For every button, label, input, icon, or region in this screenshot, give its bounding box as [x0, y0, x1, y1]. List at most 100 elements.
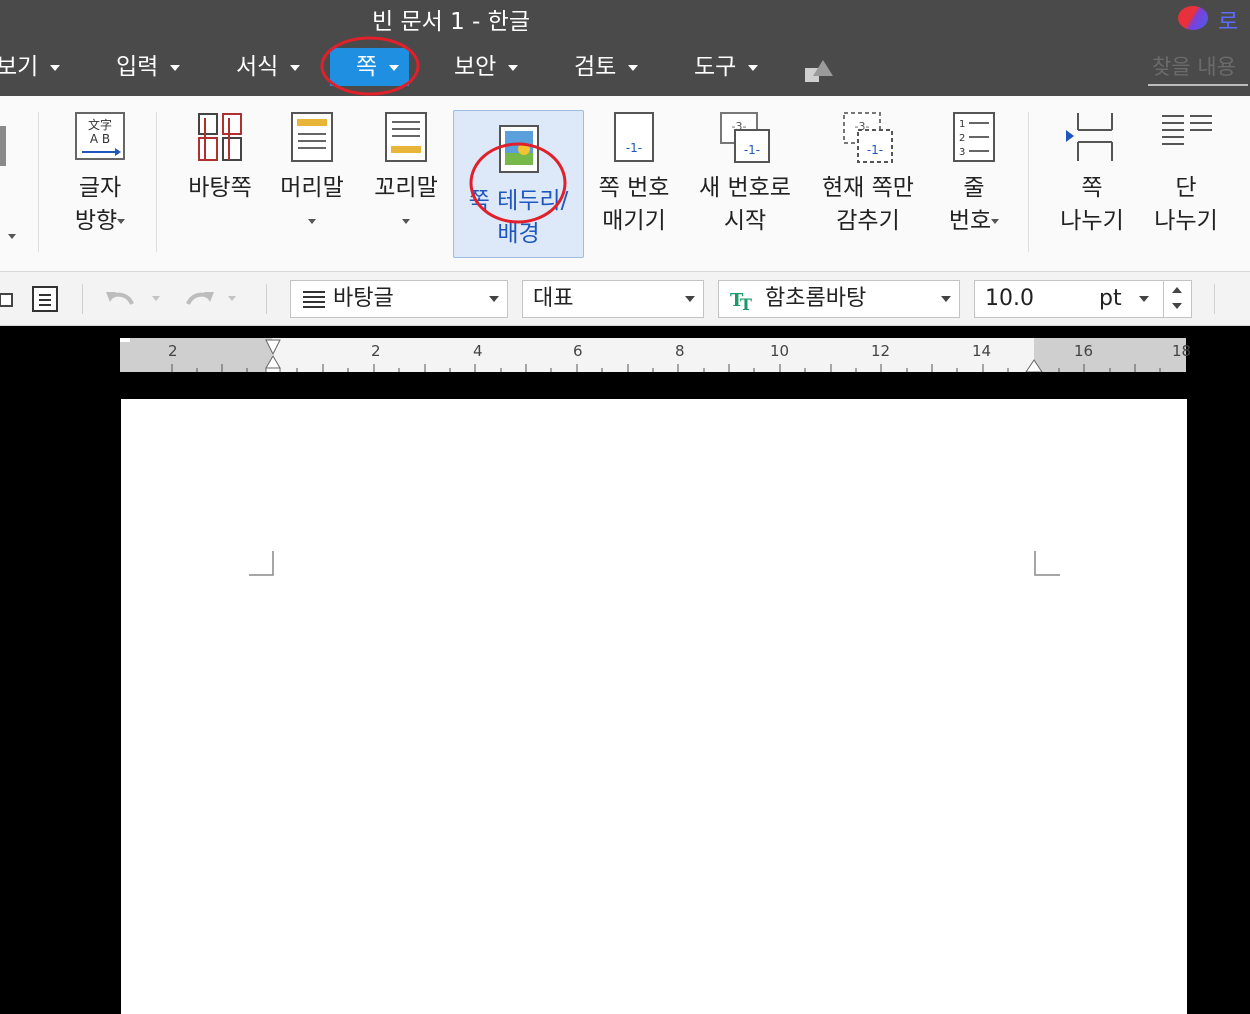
shapes-icon[interactable]	[805, 58, 835, 84]
font-size-unit: pt	[1099, 286, 1122, 311]
header-button[interactable]: 머리말	[276, 110, 348, 238]
ruler-label: 8	[675, 342, 685, 360]
text-direction-label-2: 방향	[62, 205, 138, 238]
line-number-button[interactable]: 1 2 3 줄 번호	[938, 110, 1010, 238]
ruler-label: 2	[371, 342, 381, 360]
svg-text:文字: 文字	[88, 117, 112, 132]
footer-icon	[385, 112, 427, 162]
font-size-input[interactable]: 10.0 pt	[974, 280, 1192, 318]
toolbar-separator	[1214, 284, 1215, 314]
page-break-icon	[1066, 113, 1113, 161]
menu-insert-label: 입력	[116, 54, 159, 80]
master-page-label: 바탕쪽	[188, 175, 252, 201]
column-break-label-1: 단	[1175, 175, 1197, 201]
login-button[interactable]: 로그	[1178, 4, 1248, 67]
menu-insert[interactable]: 입력	[116, 48, 181, 86]
svg-text:A B: A B	[90, 132, 110, 146]
ribbon-separator	[38, 112, 39, 252]
page-margin-corner-mark	[1034, 551, 1060, 576]
partial-ribbon-icon	[0, 126, 6, 166]
menu-tools[interactable]: 도구	[694, 48, 759, 86]
highlight-circle-annotation	[320, 36, 420, 96]
menu-bar: 보기 입력 서식 쪽 보안 검토 도구 찾을 내용	[0, 36, 1250, 96]
chevron-down-icon	[1139, 296, 1149, 302]
account-logo-icon	[1178, 6, 1208, 30]
document-page[interactable]	[121, 399, 1187, 1014]
footer-button[interactable]: 꼬리말	[370, 110, 442, 238]
header-label: 머리말	[280, 175, 344, 201]
menu-format[interactable]: 서식	[236, 48, 301, 86]
toolbar-separator	[266, 284, 267, 314]
search-input[interactable]: 찾을 내용	[1148, 50, 1248, 86]
ruler-label: 14	[972, 342, 992, 360]
menu-review[interactable]: 검토	[574, 48, 639, 86]
ruler-label: 4	[473, 342, 483, 360]
ruler-label: 18	[1172, 342, 1192, 360]
hide-page-icon-text-bottom: -1-	[867, 143, 883, 157]
font-size-value: 10.0	[985, 286, 1034, 311]
undo-icon[interactable]	[106, 286, 166, 312]
svg-text:T: T	[740, 295, 752, 312]
footer-label: 꼬리말	[374, 175, 438, 201]
chevron-down-icon	[941, 296, 951, 302]
ruler-ticks	[120, 338, 1161, 372]
master-page-icon	[198, 113, 242, 161]
menu-security[interactable]: 보안	[454, 48, 519, 86]
redo-icon[interactable]	[182, 286, 242, 312]
chevron-down-icon	[748, 64, 759, 71]
print-icon[interactable]	[0, 286, 16, 312]
master-page-button[interactable]: 바탕쪽	[182, 110, 258, 205]
new-number-icon: -3- -1-	[720, 112, 770, 163]
truetype-font-icon: T T	[730, 290, 752, 312]
line-number-label-2-text: 번호	[948, 208, 992, 234]
ribbon-separator	[1028, 112, 1029, 252]
svg-text:1: 1	[959, 119, 965, 130]
font-select[interactable]: T T 함초롬바탕	[718, 280, 960, 318]
line-number-label-2: 번호	[938, 205, 1010, 238]
line-number-label-1: 줄	[963, 175, 985, 201]
new-number-label-1: 새 번호로	[699, 175, 791, 201]
chevron-down-icon	[117, 219, 126, 224]
page-break-label-1: 쪽	[1081, 175, 1103, 201]
chevron-down-icon	[290, 64, 301, 71]
menu-tools-label: 도구	[694, 54, 737, 80]
chevron-down-icon[interactable]	[1172, 303, 1182, 309]
text-direction-icon: 文字 A B	[75, 112, 125, 160]
font-category-value: 대표	[533, 286, 574, 311]
page-margin-corner-mark	[249, 551, 274, 576]
new-number-start-button[interactable]: -3- -1- 새 번호로 시작	[692, 110, 798, 238]
text-direction-button[interactable]: 文字 A B 글자 방향	[62, 110, 138, 238]
column-break-icon	[1162, 115, 1212, 145]
new-number-label-2: 시작	[723, 208, 767, 234]
ruler-label: 12	[871, 342, 891, 360]
hide-current-page-button[interactable]: -3- -1- 현재 쪽만 감추기	[814, 110, 922, 238]
page-number-button[interactable]: -1- 쪽 번호 매기기	[594, 110, 674, 238]
header-icon	[291, 112, 333, 162]
menu-format-label: 서식	[236, 54, 279, 80]
svg-text:2: 2	[959, 133, 965, 144]
svg-text:3: 3	[959, 147, 965, 158]
paragraph-style-select[interactable]: 바탕글	[290, 280, 508, 318]
ribbon: 文字 A B 글자 방향 바탕쪽 머리말 꼬리말 쪽 테두리/ 배경 -1- 쪽…	[0, 96, 1250, 272]
document-icon[interactable]	[30, 284, 60, 314]
paragraph-style-value: 바탕글	[333, 286, 394, 311]
font-size-stepper[interactable]	[1163, 281, 1191, 317]
chevron-down-icon	[489, 296, 499, 302]
ruler-label: 16	[1074, 342, 1094, 360]
font-category-select[interactable]: 대표	[522, 280, 704, 318]
chevron-up-icon[interactable]	[1172, 287, 1182, 293]
formatting-toolbar: 바탕글 대표 T T 함초롬바탕 10.0 pt	[0, 272, 1250, 326]
column-break-button[interactable]: 단 나누기	[1148, 110, 1224, 238]
line-number-icon: 1 2 3	[953, 112, 995, 162]
horizontal-ruler[interactable]: 2 2 4 6 8 10 12 14 16 18	[120, 338, 1191, 372]
ruler-label: 10	[770, 342, 790, 360]
chevron-down-icon	[991, 219, 1000, 224]
text-direction-label-2-text: 방향	[74, 208, 118, 234]
page-break-button[interactable]: 쪽 나누기	[1054, 110, 1130, 238]
page-number-label-2: 매기기	[602, 208, 666, 234]
page-number-icon-text: -1-	[626, 141, 642, 155]
chevron-down-icon	[402, 219, 410, 224]
highlight-circle-annotation	[469, 142, 567, 224]
menu-view[interactable]: 보기	[0, 48, 61, 86]
ribbon-separator	[156, 112, 157, 252]
